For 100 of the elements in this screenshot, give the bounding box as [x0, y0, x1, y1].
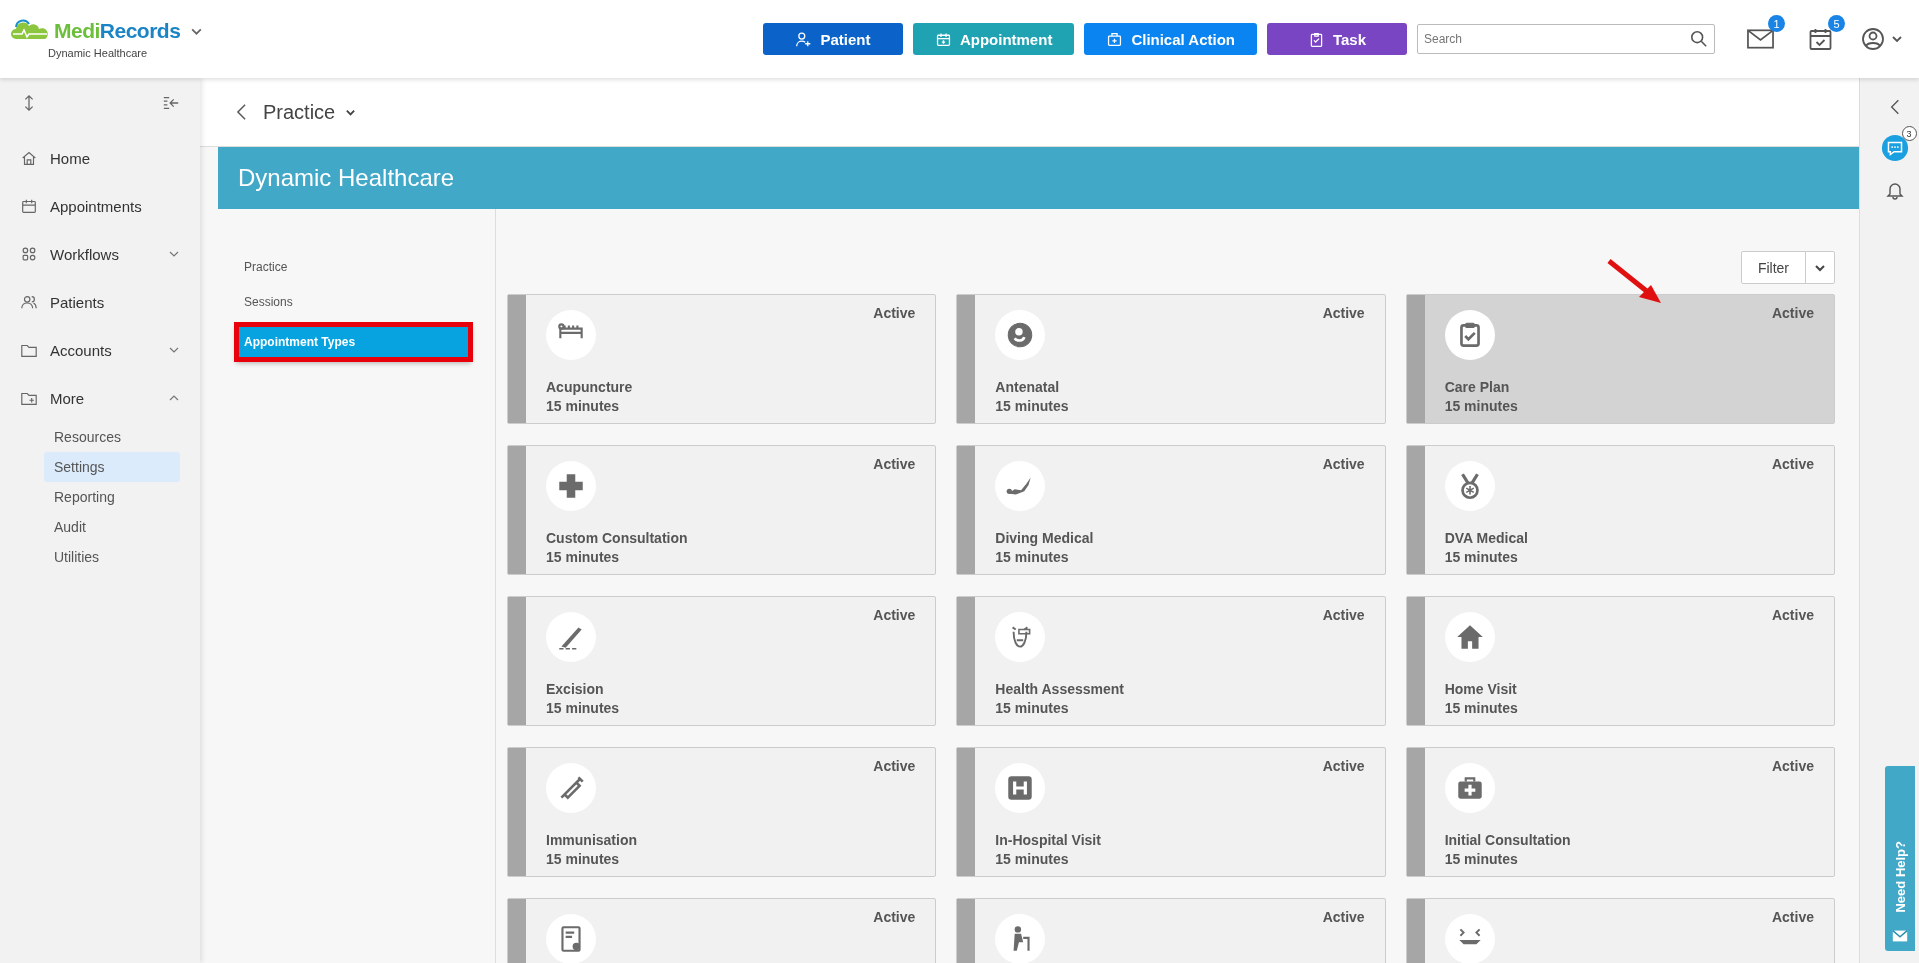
type-name: Antenatal: [995, 378, 1060, 397]
cross-icon: [546, 461, 596, 511]
type-name: DVA Medical: [1444, 529, 1528, 548]
type-name: Acupuncture: [546, 378, 633, 397]
search-icon[interactable]: [1690, 30, 1708, 48]
sidebar-item[interactable]: Accounts: [0, 326, 200, 374]
status-label: Active: [873, 456, 916, 472]
appointment-type-card[interactable]: Acupuncture 15 minutes Active: [507, 294, 937, 424]
type-duration: 15 minutes: [995, 397, 1069, 416]
sidebar-item[interactable]: Home: [0, 134, 200, 182]
status-label: Active: [1771, 456, 1814, 472]
type-duration: 15 minutes: [546, 850, 620, 869]
sidebar-subitem[interactable]: Resources: [44, 422, 180, 452]
type-name: In-Hospital Visit: [995, 831, 1101, 850]
workflow-icon: [20, 245, 38, 263]
mail-icon[interactable]: [1747, 27, 1774, 51]
appointment-type-card[interactable]: Care Plan 15 minutes Active: [1405, 294, 1835, 424]
type-name: Immunisation: [546, 831, 637, 850]
status-label: Active: [1322, 305, 1365, 321]
sidebar-item[interactable]: Appointments: [0, 182, 200, 230]
notification-badge: 1: [1768, 15, 1785, 32]
collapse-panel-icon[interactable]: [1889, 98, 1900, 116]
status-label: Active: [1322, 607, 1365, 623]
status-label: Active: [1322, 456, 1365, 472]
type-duration: 15 minutes: [1444, 548, 1518, 567]
collapse-menu-icon[interactable]: [162, 94, 180, 112]
appointment-type-card[interactable]: Immunisation 15 minutes Active: [507, 747, 937, 877]
settings-nav-item[interactable]: Sessions: [236, 289, 471, 314]
notification-badge: 5: [1828, 15, 1845, 32]
appointment-type-card[interactable]: Diving Medical 15 minutes Active: [956, 445, 1386, 575]
filter-button[interactable]: Filter: [1740, 251, 1835, 284]
bed-icon: [546, 310, 596, 360]
type-name: Excision: [546, 680, 604, 699]
medical-case-icon: [1106, 30, 1124, 48]
page-title[interactable]: Practice: [263, 100, 336, 124]
type-duration: 15 minutes: [546, 397, 620, 416]
practice-name: Dynamic Healthcare: [48, 47, 148, 59]
status-label: Active: [1322, 909, 1365, 925]
appointment-type-card[interactable]: In-Hospital Visit 15 minutes Active: [956, 747, 1386, 877]
action-button[interactable]: Task: [1267, 23, 1407, 55]
appointment-type-card[interactable]: Antenatal 15 minutes Active: [956, 294, 1386, 424]
type-duration: 15 minutes: [995, 548, 1069, 567]
sidebar-subitem[interactable]: Audit: [44, 512, 180, 542]
calendar-icon: [20, 197, 38, 215]
appointment-type-card[interactable]: Active: [956, 898, 1386, 963]
walker-icon: [995, 914, 1046, 963]
status-label: Active: [1771, 607, 1814, 623]
status-label: Active: [873, 607, 916, 623]
appointment-type-card[interactable]: Custom Consultation 15 minutes Active: [507, 445, 937, 575]
appointment-type-card[interactable]: Excision 15 minutes Active: [507, 596, 937, 726]
appointment-type-card[interactable]: DVA Medical 15 minutes Active: [1405, 445, 1835, 575]
type-duration: 15 minutes: [1444, 850, 1518, 869]
status-label: Active: [873, 909, 916, 925]
medical-kit-icon: [1444, 763, 1495, 813]
practice-banner: Dynamic Healthcare: [218, 147, 1859, 209]
search-field[interactable]: Search: [1417, 24, 1715, 54]
sidebar-subitem[interactable]: Utilities: [44, 542, 180, 572]
action-button[interactable]: Patient: [762, 23, 903, 55]
type-duration: 15 minutes: [546, 699, 620, 718]
type-name: Diving Medical: [995, 529, 1094, 548]
sidebar-item[interactable]: More: [0, 374, 200, 422]
status-label: Active: [873, 758, 916, 774]
type-name: Custom Consultation: [546, 529, 688, 548]
settings-nav-item[interactable]: Practice: [236, 254, 471, 279]
action-button[interactable]: Clinical Action: [1084, 23, 1257, 55]
status-label: Active: [1771, 305, 1814, 321]
status-label: Active: [873, 305, 916, 321]
type-duration: 15 minutes: [995, 850, 1069, 869]
sidebar-subitem[interactable]: Settings: [44, 452, 180, 482]
appointment-type-card[interactable]: Active: [1405, 898, 1835, 963]
appointment-type-card[interactable]: Health Assessment 15 minutes Active: [956, 596, 1386, 726]
people-icon: [20, 293, 38, 311]
back-icon[interactable]: [236, 103, 247, 121]
chat-icon[interactable]: [1880, 134, 1909, 162]
appointment-type-card[interactable]: Home Visit 15 minutes Active: [1405, 596, 1835, 726]
type-duration: 15 minutes: [1444, 397, 1518, 416]
type-duration: 15 minutes: [995, 699, 1069, 718]
clipboard-check-icon: [1444, 310, 1495, 360]
brand-logo[interactable]: MediRecords: [54, 19, 181, 43]
medal-icon: [1444, 461, 1495, 511]
type-duration: 15 minutes: [1444, 699, 1518, 718]
hospital-icon: [995, 763, 1046, 813]
appointment-type-card[interactable]: Active: [507, 898, 937, 963]
type-duration: 15 minutes: [546, 548, 620, 567]
calendar-check-icon[interactable]: [1807, 27, 1834, 51]
type-name: Initial Consultation: [1444, 831, 1571, 850]
sidebar-item[interactable]: Patients: [0, 278, 200, 326]
chat-badge: 3: [1901, 126, 1917, 141]
type-name: Care Plan: [1444, 378, 1510, 397]
bell-icon[interactable]: [1884, 180, 1905, 200]
status-label: Active: [1322, 758, 1365, 774]
status-label: Active: [1771, 758, 1814, 774]
sidebar-item[interactable]: Workflows: [0, 230, 200, 278]
sidebar-subitem[interactable]: Reporting: [44, 482, 180, 512]
type-name: Health Assessment: [995, 680, 1124, 699]
add-user-icon: [795, 30, 813, 48]
status-label: Active: [1771, 909, 1814, 925]
appointment-type-card[interactable]: Initial Consultation 15 minutes Active: [1405, 747, 1835, 877]
type-name: Home Visit: [1444, 680, 1517, 699]
user-menu-icon[interactable]: [1861, 27, 1905, 51]
